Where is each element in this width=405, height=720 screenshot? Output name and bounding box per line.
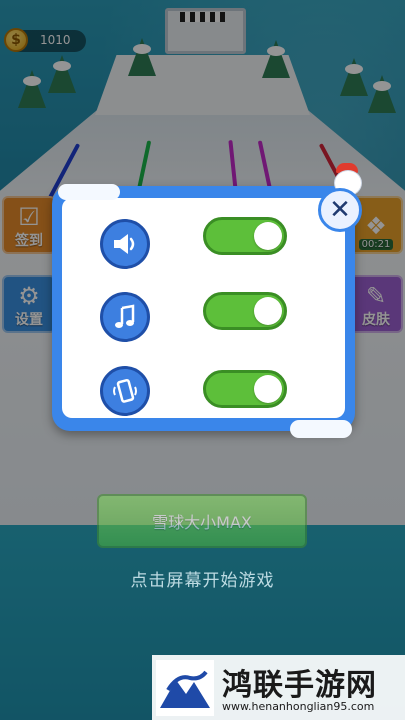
sound-toggle[interactable]	[203, 217, 287, 255]
toggle-knob	[254, 222, 282, 250]
close-icon: ✕	[329, 195, 351, 225]
watermark-title: 鸿联手游网	[222, 668, 377, 703]
watermark-logo	[156, 660, 214, 716]
toggle-knob	[254, 375, 282, 403]
snow-decoration	[58, 184, 120, 200]
snowball-max-button[interactable]: 雪球大小MAX	[97, 494, 307, 548]
close-button[interactable]: ✕	[318, 188, 362, 232]
snow-decoration	[290, 420, 352, 438]
music-icon	[100, 292, 150, 342]
sound-icon	[100, 219, 150, 269]
vibration-toggle[interactable]	[203, 370, 287, 408]
music-toggle[interactable]	[203, 292, 287, 330]
watermark-url: www.henanhonglian95.com	[222, 700, 375, 713]
vibration-icon	[100, 366, 150, 416]
toggle-knob	[254, 297, 282, 325]
tap-to-start-hint: 点击屏幕开始游戏	[130, 571, 275, 591]
